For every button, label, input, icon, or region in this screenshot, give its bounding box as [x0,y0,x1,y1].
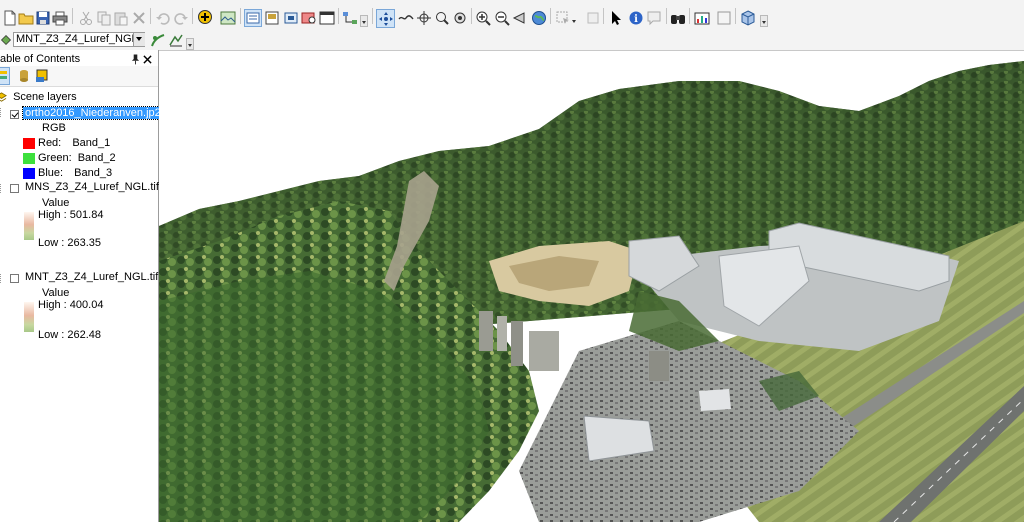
swipe-layer-icon[interactable] [150,32,166,48]
animation-icon[interactable] [716,10,732,26]
redo-icon[interactable] [173,10,189,26]
toc-tree: Scene layers ortho2016_Niederanven.jp2 R… [0,88,164,522]
elevation-color-ramp [24,212,34,240]
high-value: High : 501.84 [38,209,104,221]
blue-swatch [23,168,35,179]
close-icon[interactable] [143,52,153,66]
zoom-out-icon[interactable] [494,10,510,26]
svg-text:i: i [634,14,638,25]
html-popup-icon[interactable] [646,10,662,26]
band-value: Band_2 [77,152,116,164]
group-label: Scene layers [13,91,77,103]
band-value: Band_3 [74,167,113,179]
navigate-icon[interactable] [376,9,395,28]
undo-icon[interactable] [155,10,171,26]
identify-icon[interactable]: i [628,10,644,26]
clear-selection-icon[interactable] [585,10,601,26]
high-value: High : 400.04 [38,299,104,311]
fly-icon[interactable] [398,10,414,26]
band-row: Green: Band_2 [38,151,116,166]
delete-icon[interactable] [131,10,147,26]
scene-view[interactable] [159,51,1024,522]
green-swatch [23,153,35,164]
add-basemap-icon[interactable] [220,10,236,26]
low-value: Low : 262.48 [38,329,101,341]
layer-name[interactable]: MNT_Z3_Z4_Luref_NGL.tif [25,270,158,285]
catalog-icon[interactable] [283,10,299,26]
toc-titlebar: able of Contents [0,52,158,66]
print-icon[interactable] [52,10,68,26]
select-elements-arrow-icon[interactable] [608,10,624,26]
band-label: Green: [38,152,72,164]
layer-combo[interactable]: MNT_Z3_Z4_Luref_NGL.tif [13,32,145,47]
model-dropdown[interactable] [360,15,368,27]
scene-layers-group[interactable]: Scene layers [0,90,77,105]
new-document-icon[interactable] [2,10,18,26]
band-label: Red: [38,137,62,149]
scene-properties-cube-icon[interactable] [740,10,756,26]
layer-diamond-icon [0,32,12,48]
python-window-icon[interactable] [319,10,335,26]
layer-visibility-checkbox[interactable] [10,110,19,119]
band-label: Blue: [38,167,64,179]
band-value: Band_1 [72,137,111,149]
view-mode-icon[interactable] [244,9,262,27]
paste-icon[interactable] [113,10,129,26]
open-folder-icon[interactable] [18,10,34,26]
model-builder-icon[interactable] [342,10,358,26]
band-row: Blue: Band_3 [38,166,112,181]
create-graph-icon[interactable] [694,10,710,26]
narrow-fov-icon[interactable] [512,10,528,26]
select-dropdown[interactable] [571,15,579,27]
layer-combo-arrow[interactable] [133,33,145,46]
list-by-visibility-icon[interactable] [34,68,50,84]
terrain-rendering [159,61,1024,522]
layout-icon[interactable] [264,10,280,26]
pin-icon[interactable] [131,53,140,65]
set-observer-icon[interactable] [452,10,468,26]
red-swatch [23,138,35,149]
legend-title: RGB [42,122,66,134]
list-by-drawing-order-icon[interactable] [0,67,10,85]
zoom-in-icon[interactable] [475,10,491,26]
band-row: Red: Band_1 [38,136,110,151]
add-data-icon[interactable] [197,9,213,25]
low-value: Low : 263.35 [38,237,101,249]
layer-name[interactable]: MNS_Z3_Z4_Luref_NGL.tif [25,180,159,195]
scene-dropdown[interactable] [760,15,768,27]
layer-name[interactable]: ortho2016_Niederanven.jp2 [22,106,164,121]
toc-toolbar [0,66,158,87]
elevation-color-ramp [24,302,34,332]
interpolate-icon[interactable] [168,32,184,48]
interpolate-dropdown[interactable] [186,38,194,50]
layer-visibility-checkbox[interactable] [10,184,19,193]
toc-title: able of Contents [0,53,81,65]
zoom-to-target-icon[interactable] [434,10,450,26]
select-features-icon[interactable] [555,10,571,26]
layers-stack-icon [0,91,7,103]
table-of-contents-panel: able of Contents Scene layers ortho2016_… [0,50,164,522]
layer-visibility-checkbox[interactable] [10,274,19,283]
main-toolbar: i [0,0,1024,31]
full-extent-globe-icon[interactable] [531,10,547,26]
save-icon[interactable] [35,10,51,26]
cut-icon[interactable] [78,10,94,26]
find-binoculars-icon[interactable] [670,10,686,26]
secondary-toolbar [0,30,1024,51]
layer-name-text: ortho2016_Niederanven.jp2 [22,106,164,120]
list-by-source-icon[interactable] [16,68,32,84]
target-center-icon[interactable] [416,10,432,26]
copy-icon[interactable] [96,10,112,26]
search-window-icon[interactable] [301,10,317,26]
